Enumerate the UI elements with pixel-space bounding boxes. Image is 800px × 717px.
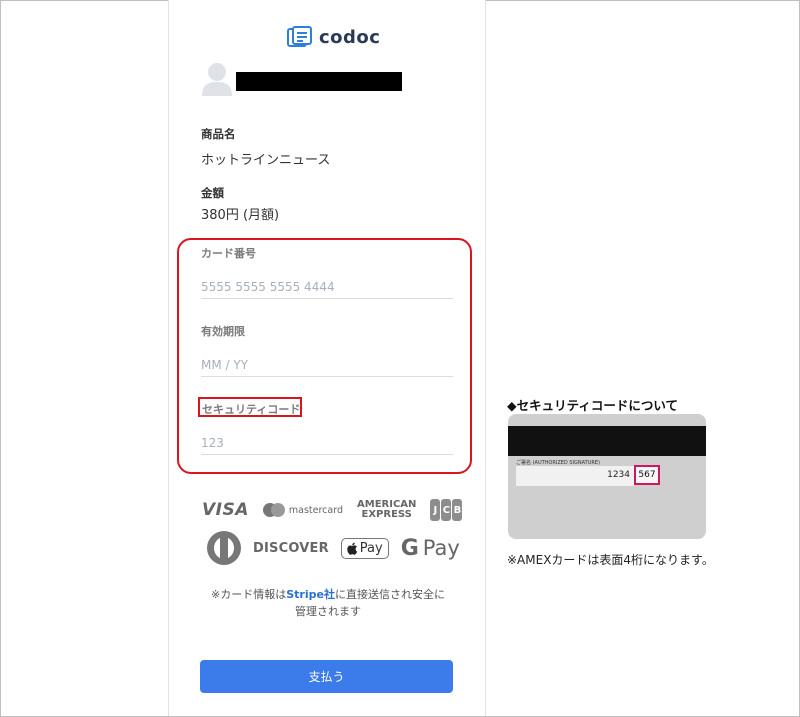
jcb-logo: J C B [430,499,463,521]
user-avatar-icon [202,63,232,96]
signature-label: ご署名 (AUTHORIZED SIGNATURE) [516,460,600,466]
product-label: 商品名 [201,127,236,141]
expiry-input[interactable] [201,354,453,377]
card-digits: 1234 [607,470,630,480]
diners-club-logo [207,531,241,565]
jcb-b: B [452,499,463,521]
mastercard-logo: mastercard [262,503,343,517]
amex-note: ※AMEXカードは表面4桁になります。 [507,553,714,567]
price-value: 380円 (月額) [201,208,280,223]
jcb-j: J [430,499,441,521]
apple-icon [347,542,357,555]
card-number-input[interactable] [201,276,453,299]
amex-line2: EXPRESS [361,509,412,520]
jcb-c: C [441,499,452,521]
card-brands-row-1: VISA mastercard AMERICAN EXPRESS J C B [202,499,463,521]
card-number-label: カード番号 [201,247,256,260]
cvc-label: セキュリティコード [202,403,301,416]
pay-button[interactable]: 支払う [200,660,453,693]
brand: codoc [287,25,380,49]
google-pay-text: Pay [422,536,460,560]
mastercard-circles-icon [262,503,285,517]
brand-name: codoc [319,26,381,48]
mastercard-text: mastercard [288,504,343,516]
google-g-icon: G [400,535,419,561]
signature-strip: 1234 [516,466,634,486]
secure-note-before: ※カード情報は [211,588,287,601]
payment-panel: codoc 商品名 ホットラインニュース 金額 380円 (月額) カード番号 … [168,0,486,716]
google-pay-logo: G Pay [401,536,460,561]
cvc-digits-box: 567 [634,465,660,485]
amex-logo: AMERICAN EXPRESS [357,500,416,520]
visa-logo: VISA [202,500,249,520]
redacted-username [236,72,402,91]
cvc-help-title: ◆セキュリティコードについて [507,398,678,413]
expiry-label: 有効期限 [201,325,245,338]
stripe-link[interactable]: Stripe社 [286,588,335,601]
discover-logo: DISCOVER [253,540,329,556]
card-back-illustration: ご署名 (AUTHORIZED SIGNATURE) 1234 567 [508,414,706,539]
card-brands-row-2: DISCOVER Pay G Pay [207,531,460,565]
apple-pay-logo: Pay [340,537,389,559]
apple-pay-text: Pay [359,540,383,556]
product-name: ホットラインニュース [201,153,331,168]
price-label: 金額 [201,186,224,200]
magnetic-stripe [508,426,706,456]
secure-note: ※カード情報はStripe社に直接送信され安全に管理されます [209,586,447,620]
document-stack-icon [287,26,312,47]
cvc-input[interactable] [201,432,453,455]
